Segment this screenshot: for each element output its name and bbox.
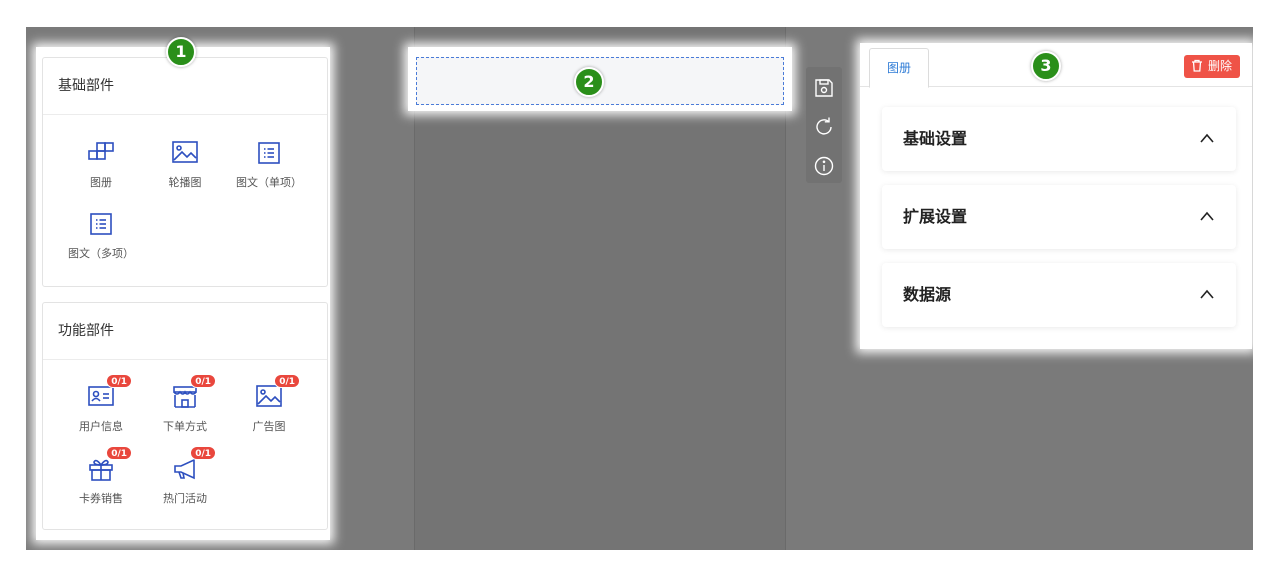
part-label: 图文（单项） (236, 176, 302, 189)
property-panel: 图册 删除 基础设置 扩展设置 数据源 (860, 43, 1252, 349)
list-icon (86, 212, 116, 238)
section-data-source[interactable]: 数据源 (882, 263, 1236, 327)
user-card-icon: 0/1 (86, 374, 132, 411)
chevron-up-icon (1200, 211, 1214, 221)
part-label: 轮播图 (168, 176, 202, 189)
usage-badge: 0/1 (190, 446, 216, 460)
save-icon[interactable] (813, 77, 835, 99)
part-single-article[interactable]: 图文（单项） (227, 141, 311, 190)
section-title: 数据源 (903, 285, 952, 304)
list-icon (254, 141, 284, 167)
part-label: 下单方式 (163, 420, 207, 433)
part-album[interactable]: 图册 (59, 141, 143, 190)
part-label: 热门活动 (163, 492, 207, 505)
store-icon: 0/1 (170, 374, 216, 411)
part-ad-image[interactable]: 0/1 广告图 (227, 374, 311, 434)
function-parts-card: 功能部件 0/1 用户信息 0/1 下单方式 0/1 广告图 0/1 卡券销售 … (42, 302, 328, 530)
usage-badge: 0/1 (274, 374, 300, 388)
part-card-sales[interactable]: 0/1 卡券销售 (59, 446, 143, 506)
editor-workspace: 基础部件 图册 轮播图 图文（单项） 图文（多项） 功能部件 0/1 用户信息 … (26, 27, 1253, 550)
part-order-method[interactable]: 0/1 下单方式 (143, 374, 227, 434)
part-label: 图册 (90, 176, 112, 189)
usage-badge: 0/1 (106, 446, 132, 460)
usage-badge: 0/1 (190, 374, 216, 388)
tab-album[interactable]: 图册 (869, 48, 929, 88)
chevron-up-icon (1200, 289, 1214, 299)
section-title: 基础设置 (903, 129, 968, 148)
basic-parts-card: 基础部件 图册 轮播图 图文（单项） 图文（多项） (42, 57, 328, 287)
image-icon: 0/1 (254, 374, 300, 411)
part-carousel[interactable]: 轮播图 (143, 141, 227, 190)
callout-marker-2: 2 (574, 67, 604, 97)
part-label: 图文（多项） (68, 247, 134, 260)
section-basic-settings[interactable]: 基础设置 (882, 107, 1236, 171)
megaphone-icon: 0/1 (170, 446, 216, 483)
delete-button[interactable]: 删除 (1183, 55, 1240, 78)
section-extended-settings[interactable]: 扩展设置 (882, 185, 1236, 249)
part-multi-article[interactable]: 图文（多项） (59, 212, 143, 261)
part-user-info[interactable]: 0/1 用户信息 (59, 374, 143, 434)
gift-icon: 0/1 (86, 446, 132, 483)
part-hot-activity[interactable]: 0/1 热门活动 (143, 446, 227, 506)
canvas-toolbar (806, 67, 842, 183)
part-label: 卡券销售 (79, 492, 123, 505)
callout-marker-3: 3 (1031, 51, 1061, 81)
trash-icon (1191, 59, 1202, 72)
usage-badge: 0/1 (106, 374, 132, 388)
chevron-up-icon (1200, 133, 1214, 143)
function-parts-title: 功能部件 (43, 303, 327, 360)
component-panel: 基础部件 图册 轮播图 图文（单项） 图文（多项） 功能部件 0/1 用户信息 … (36, 47, 330, 540)
part-label: 广告图 (252, 420, 286, 433)
info-icon[interactable] (813, 155, 835, 177)
section-title: 扩展设置 (903, 207, 968, 226)
callout-marker-1: 1 (166, 37, 196, 67)
image-icon (170, 141, 200, 167)
album-icon (86, 141, 116, 167)
basic-parts-title: 基础部件 (43, 58, 327, 115)
refresh-icon[interactable] (813, 116, 835, 138)
part-label: 用户信息 (79, 420, 123, 433)
delete-label: 删除 (1207, 59, 1232, 73)
